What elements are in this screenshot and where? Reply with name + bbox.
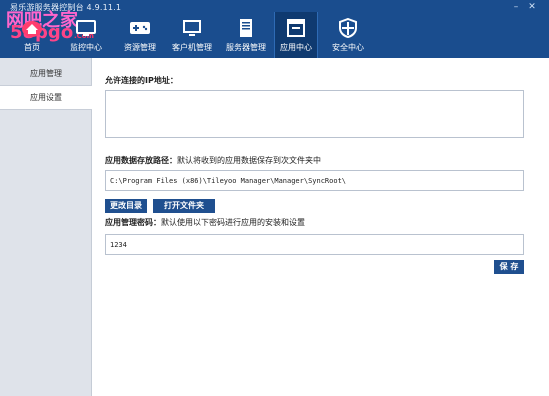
close-button[interactable]: ✕ <box>526 2 538 12</box>
password-field-value: 1234 <box>110 241 127 249</box>
open-folder-button[interactable]: 打开文件夹 <box>153 199 215 213</box>
main-panel: 允许连接的IP地址： 应用数据存放路径：默认将收到的应用数据保存到次文件夹中 C… <box>93 58 549 396</box>
shield-icon <box>339 18 357 38</box>
sidebar-item-app-settings[interactable]: 应用设置 <box>0 86 92 110</box>
nav-item-security[interactable]: 安全中心 <box>324 12 372 58</box>
nav-label-monitor: 监控中心 <box>70 43 102 52</box>
nav-item-monitor[interactable]: 监控中心 <box>60 12 112 58</box>
computer-icon <box>183 20 201 36</box>
nav-item-app-center[interactable]: 应用中心 <box>274 12 318 58</box>
nav-label-security: 安全中心 <box>332 43 364 52</box>
server-icon <box>240 19 252 37</box>
password-field[interactable]: 1234 <box>105 234 524 255</box>
nav-item-servers[interactable]: 服务器管理 <box>220 12 272 58</box>
password-label-bold: 应用管理密码： <box>105 218 161 227</box>
minimize-button[interactable]: – <box>510 2 522 12</box>
password-label: 应用管理密码：默认使用以下密码进行应用的安装和设置 <box>105 217 305 228</box>
password-label-desc: 默认使用以下密码进行应用的安装和设置 <box>161 218 305 227</box>
nav-label-servers: 服务器管理 <box>226 43 266 52</box>
gamepad-icon <box>130 22 150 34</box>
main-nav: 首页 监控中心 资源管理 客户机管理 服务器管理 应用中心 安全中心 <box>0 12 549 58</box>
nav-label-clients: 客户机管理 <box>172 43 212 52</box>
sidebar: 应用管理 应用设置 <box>0 58 92 396</box>
app-icon <box>287 19 305 37</box>
path-label-desc: 默认将收到的应用数据保存到次文件夹中 <box>177 156 321 165</box>
ip-textarea-value <box>106 91 523 103</box>
path-label-bold: 应用数据存放路径： <box>105 156 177 165</box>
top-header: 易乐游服务器控制台 4.9.11.1 网吧之家 58pgo .Com – ✕ 首… <box>0 0 549 58</box>
path-label: 应用数据存放路径：默认将收到的应用数据保存到次文件夹中 <box>105 155 321 166</box>
path-field[interactable]: C:\Program Files (x86)\Tileyoo Manager\M… <box>105 170 524 191</box>
ip-label: 允许连接的IP地址： <box>105 75 178 86</box>
sidebar-item-app-management[interactable]: 应用管理 <box>0 62 92 86</box>
ip-textarea[interactable] <box>105 90 524 138</box>
ip-label-text: 允许连接的IP地址： <box>105 76 178 85</box>
nav-item-clients[interactable]: 客户机管理 <box>166 12 218 58</box>
save-button[interactable]: 保 存 <box>494 260 524 274</box>
nav-label-home: 首页 <box>24 43 40 52</box>
nav-item-home[interactable]: 首页 <box>8 12 56 58</box>
nav-label-resources: 资源管理 <box>124 43 156 52</box>
home-icon <box>22 21 42 37</box>
path-field-value: C:\Program Files (x86)\Tileyoo Manager\M… <box>110 177 347 185</box>
nav-item-resources[interactable]: 资源管理 <box>114 12 166 58</box>
monitor-icon <box>76 20 96 36</box>
change-directory-button[interactable]: 更改目录 <box>105 199 147 213</box>
nav-label-app-center: 应用中心 <box>280 43 312 52</box>
